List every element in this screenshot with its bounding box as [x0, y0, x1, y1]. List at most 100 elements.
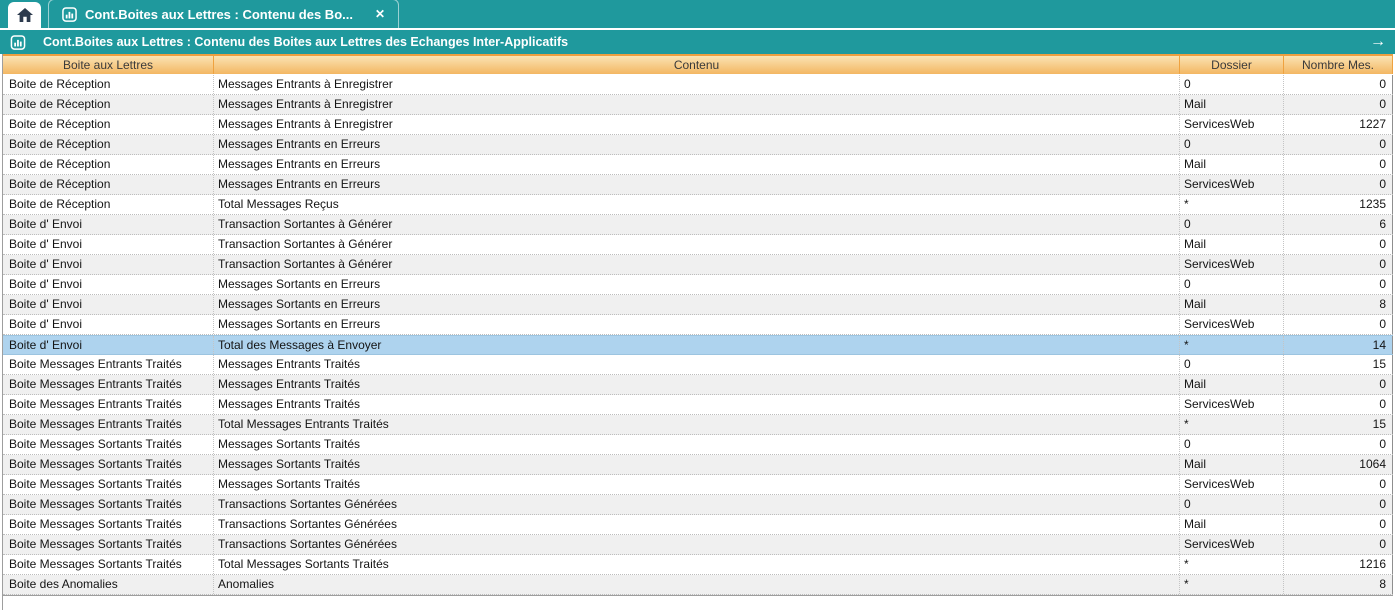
cell-boite: Boite de Réception: [3, 175, 214, 194]
forward-arrow-icon[interactable]: →: [1370, 34, 1386, 50]
cell-boite: Boite Messages Sortants Traités: [3, 475, 214, 494]
table-row[interactable]: Boite de RéceptionMessages Entrants à En…: [3, 75, 1393, 95]
cell-nombre: 1235: [1284, 195, 1393, 214]
cell-dossier: ServicesWeb: [1180, 315, 1284, 334]
cell-dossier: Mail: [1180, 375, 1284, 394]
bar-chart-icon: [62, 7, 77, 22]
cell-dossier: *: [1180, 195, 1284, 214]
cell-contenu: Transaction Sortantes à Générer: [214, 215, 1180, 234]
cell-boite: Boite d' Envoi: [3, 315, 214, 334]
cell-boite: Boite de Réception: [3, 155, 214, 174]
cell-dossier: 0: [1180, 275, 1284, 294]
cell-dossier: Mail: [1180, 95, 1284, 114]
cell-contenu: Transactions Sortantes Générées: [214, 535, 1180, 554]
table-row[interactable]: Boite Messages Sortants TraitésMessages …: [3, 475, 1393, 495]
cell-contenu: Messages Sortants en Erreurs: [214, 315, 1180, 334]
table-row[interactable]: Boite d' EnvoiTransaction Sortantes à Gé…: [3, 255, 1393, 275]
table-row[interactable]: Boite d' EnvoiTransaction Sortantes à Gé…: [3, 235, 1393, 255]
cell-contenu: Messages Sortants Traités: [214, 435, 1180, 454]
tab-cont-boites[interactable]: Cont.Boites aux Lettres : Contenu des Bo…: [48, 0, 399, 28]
table-row[interactable]: Boite des AnomaliesAnomalies*8: [3, 575, 1393, 595]
table-row-selected[interactable]: Boite d' EnvoiTotal des Messages à Envoy…: [3, 335, 1393, 355]
cell-boite: Boite d' Envoi: [3, 275, 214, 294]
tab-home[interactable]: [8, 2, 41, 28]
cell-boite: Boite d' Envoi: [3, 215, 214, 234]
cell-boite: Boite des Anomalies: [3, 575, 214, 594]
table-row[interactable]: Boite Messages Sortants TraitésMessages …: [3, 455, 1393, 475]
cell-contenu: Total des Messages à Envoyer: [214, 336, 1180, 354]
cell-nombre: 0: [1284, 495, 1393, 514]
table-row[interactable]: Boite Messages Entrants TraitésMessages …: [3, 375, 1393, 395]
cell-dossier: Mail: [1180, 455, 1284, 474]
table-row[interactable]: Boite de RéceptionTotal Messages Reçus*1…: [3, 195, 1393, 215]
cell-dossier: *: [1180, 336, 1284, 354]
table-row[interactable]: Boite d' EnvoiMessages Sortants en Erreu…: [3, 315, 1393, 335]
tab-label: Cont.Boites aux Lettres : Contenu des Bo…: [85, 7, 353, 22]
cell-dossier: ServicesWeb: [1180, 115, 1284, 134]
table-row[interactable]: Boite de RéceptionMessages Entrants en E…: [3, 135, 1393, 155]
cell-boite: Boite Messages Sortants Traités: [3, 455, 214, 474]
cell-contenu: Transaction Sortantes à Générer: [214, 255, 1180, 274]
cell-nombre: 1216: [1284, 555, 1393, 574]
table-row[interactable]: Boite de RéceptionMessages Entrants à En…: [3, 95, 1393, 115]
cell-nombre: 0: [1284, 515, 1393, 534]
cell-nombre: 0: [1284, 155, 1393, 174]
cell-boite: Boite Messages Entrants Traités: [3, 395, 214, 414]
table-row[interactable]: Boite Messages Entrants TraitésMessages …: [3, 395, 1393, 415]
cell-boite: Boite Messages Entrants Traités: [3, 415, 214, 434]
table-row[interactable]: Boite Messages Sortants TraitésTransacti…: [3, 535, 1393, 555]
table-row[interactable]: Boite de RéceptionMessages Entrants en E…: [3, 175, 1393, 195]
cell-boite: Boite Messages Entrants Traités: [3, 375, 214, 394]
table-row[interactable]: Boite Messages Entrants TraitésMessages …: [3, 355, 1393, 375]
column-header-boite[interactable]: Boite aux Lettres: [3, 56, 214, 74]
cell-nombre: 1064: [1284, 455, 1393, 474]
cell-nombre: 0: [1284, 255, 1393, 274]
cell-nombre: 6: [1284, 215, 1393, 234]
cell-dossier: ServicesWeb: [1180, 395, 1284, 414]
cell-nombre: 0: [1284, 375, 1393, 394]
mailbox-table: Boite aux Lettres Contenu Dossier Nombre…: [2, 54, 1393, 610]
table-row[interactable]: Boite Messages Sortants TraitésTransacti…: [3, 515, 1393, 535]
close-icon[interactable]: ✕: [375, 8, 385, 20]
cell-dossier: ServicesWeb: [1180, 175, 1284, 194]
cell-nombre: 8: [1284, 575, 1393, 594]
table-row[interactable]: Boite de RéceptionMessages Entrants à En…: [3, 115, 1393, 135]
table-row[interactable]: Boite Messages Sortants TraitésMessages …: [3, 435, 1393, 455]
cell-boite: Boite de Réception: [3, 95, 214, 114]
cell-nombre: 1227: [1284, 115, 1393, 134]
title-bar: Cont.Boites aux Lettres : Contenu des Bo…: [0, 30, 1395, 54]
table-row[interactable]: Boite d' EnvoiMessages Sortants en Erreu…: [3, 295, 1393, 315]
table-row[interactable]: Boite Messages Entrants TraitésTotal Mes…: [3, 415, 1393, 435]
cell-contenu: Messages Entrants en Erreurs: [214, 135, 1180, 154]
cell-boite: Boite Messages Entrants Traités: [3, 355, 214, 374]
column-header-nombre[interactable]: Nombre Mes.: [1284, 56, 1393, 74]
cell-nombre: 15: [1284, 415, 1393, 434]
cell-boite: Boite d' Envoi: [3, 255, 214, 274]
cell-boite: Boite Messages Sortants Traités: [3, 555, 214, 574]
table-row[interactable]: Boite Messages Sortants TraitésTotal Mes…: [3, 555, 1393, 575]
cell-dossier: *: [1180, 415, 1284, 434]
cell-dossier: 0: [1180, 495, 1284, 514]
bar-chart-icon: [10, 35, 26, 50]
table-row[interactable]: Boite d' EnvoiMessages Sortants en Erreu…: [3, 275, 1393, 295]
cell-boite: Boite d' Envoi: [3, 336, 214, 354]
cell-contenu: Messages Sortants Traités: [214, 455, 1180, 474]
column-header-contenu[interactable]: Contenu: [214, 56, 1180, 74]
table-row[interactable]: Boite d' EnvoiTransaction Sortantes à Gé…: [3, 215, 1393, 235]
cell-contenu: Messages Entrants à Enregistrer: [214, 95, 1180, 114]
table-row[interactable]: Boite de RéceptionMessages Entrants en E…: [3, 155, 1393, 175]
cell-dossier: ServicesWeb: [1180, 255, 1284, 274]
table-row[interactable]: Boite Messages Sortants TraitésTransacti…: [3, 495, 1393, 515]
cell-boite: Boite de Réception: [3, 75, 214, 94]
cell-nombre: 8: [1284, 295, 1393, 314]
cell-contenu: Messages Sortants Traités: [214, 475, 1180, 494]
cell-dossier: 0: [1180, 435, 1284, 454]
column-header-dossier[interactable]: Dossier: [1180, 56, 1284, 74]
cell-boite: Boite Messages Sortants Traités: [3, 515, 214, 534]
cell-dossier: 0: [1180, 75, 1284, 94]
cell-boite: Boite de Réception: [3, 195, 214, 214]
cell-contenu: Transactions Sortantes Générées: [214, 515, 1180, 534]
cell-dossier: 0: [1180, 135, 1284, 154]
cell-boite: Boite de Réception: [3, 135, 214, 154]
cell-contenu: Messages Entrants Traités: [214, 355, 1180, 374]
